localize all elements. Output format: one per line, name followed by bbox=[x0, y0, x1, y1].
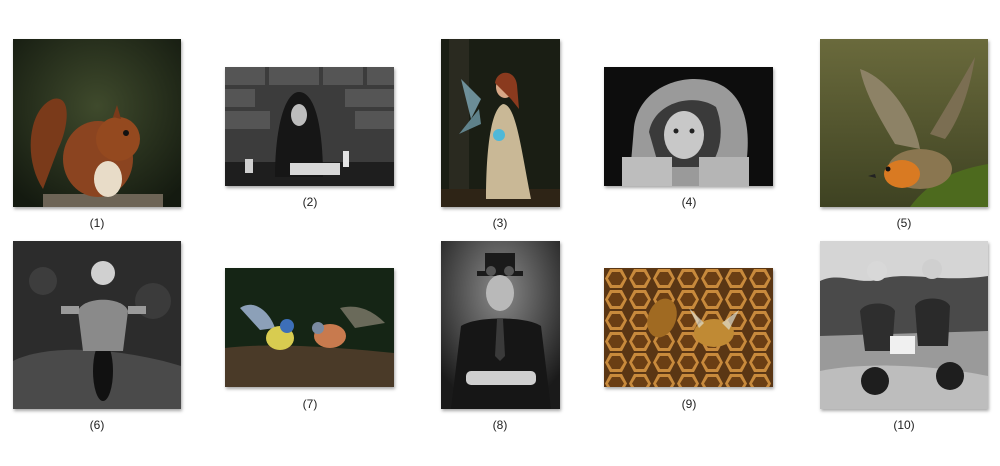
fairy-photo bbox=[441, 39, 560, 207]
motocross-photo bbox=[13, 241, 181, 409]
squirrel-photo bbox=[13, 39, 181, 207]
caption-2: (2) bbox=[302, 195, 318, 209]
thumbnail-6[interactable] bbox=[13, 241, 181, 409]
caption-3: (3) bbox=[492, 216, 508, 230]
caption-6: (6) bbox=[89, 418, 105, 432]
caption-5: (5) bbox=[896, 216, 912, 230]
garden-birds-photo bbox=[225, 268, 394, 387]
caption-1: (1) bbox=[89, 216, 105, 230]
caption-8: (8) bbox=[492, 418, 508, 432]
caption-9: (9) bbox=[681, 397, 697, 411]
thumbnail-10[interactable] bbox=[820, 241, 988, 409]
thumbnail-9[interactable] bbox=[604, 268, 773, 387]
top-hat-man-photo bbox=[441, 241, 560, 409]
thumbnail-7[interactable] bbox=[225, 268, 394, 387]
honeybees-photo bbox=[604, 268, 773, 387]
thumbnail-8[interactable] bbox=[441, 241, 560, 409]
thumbnail-4[interactable] bbox=[604, 67, 773, 186]
monk-photo bbox=[225, 67, 394, 186]
thumbnail-2[interactable] bbox=[225, 67, 394, 186]
sidecar-motocross-photo bbox=[820, 241, 988, 409]
thumbnail-1[interactable] bbox=[13, 39, 181, 207]
thumbnail-3[interactable] bbox=[441, 39, 560, 207]
caption-10: (10) bbox=[893, 418, 915, 432]
girl-bonnet-photo bbox=[604, 67, 773, 186]
thumbnail-5[interactable] bbox=[820, 39, 988, 207]
caption-7: (7) bbox=[302, 397, 318, 411]
robin-photo bbox=[820, 39, 988, 207]
caption-4: (4) bbox=[681, 195, 697, 209]
